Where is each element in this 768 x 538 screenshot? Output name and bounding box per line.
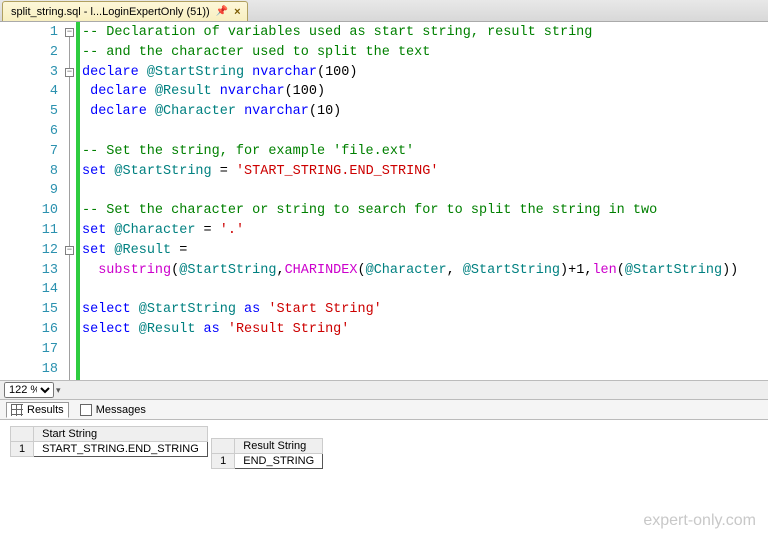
line-number: 17: [0, 340, 58, 360]
tab-messages-label: Messages: [96, 404, 146, 416]
zoom-select[interactable]: 122 %: [4, 382, 54, 398]
results-tab-bar: Results Messages: [0, 400, 768, 420]
line-number: 18: [0, 360, 58, 380]
result-grid-2[interactable]: Result String 1 END_STRING: [211, 438, 323, 469]
grid-icon: [11, 404, 23, 416]
code-line[interactable]: -- Set the character or string to search…: [82, 201, 738, 221]
code-line[interactable]: [82, 360, 738, 380]
tab-bar: split_string.sql - l...LoginExpertOnly (…: [0, 0, 768, 22]
code-line[interactable]: declare @StartString nvarchar(100): [82, 63, 738, 83]
line-number: 14: [0, 280, 58, 300]
tab-title: split_string.sql - l...LoginExpertOnly (…: [11, 6, 210, 18]
code-line[interactable]: [82, 340, 738, 360]
code-content[interactable]: -- Declaration of variables used as star…: [80, 22, 738, 380]
row-header[interactable]: 1: [212, 454, 235, 469]
line-number: 12: [0, 241, 58, 261]
table-row[interactable]: 1 START_STRING.END_STRING: [11, 442, 208, 457]
watermark: expert-only.com: [643, 512, 756, 530]
code-line[interactable]: select @StartString as 'Start String': [82, 300, 738, 320]
result-grid-1[interactable]: Start String 1 START_STRING.END_STRING: [10, 426, 208, 457]
tab-messages[interactable]: Messages: [75, 402, 151, 418]
table-row[interactable]: 1 END_STRING: [212, 454, 323, 469]
pin-icon[interactable]: 📌: [216, 6, 228, 17]
fold-toggle[interactable]: −: [65, 28, 74, 37]
code-line[interactable]: select @Result as 'Result String': [82, 320, 738, 340]
line-number: 6: [0, 122, 58, 142]
fold-toggle[interactable]: −: [65, 246, 74, 255]
code-line[interactable]: [82, 280, 738, 300]
code-editor[interactable]: 123456789101112131415161718 −−− -- Decla…: [0, 22, 768, 380]
code-line[interactable]: -- and the character used to split the t…: [82, 43, 738, 63]
line-number: 16: [0, 320, 58, 340]
line-number: 1: [0, 23, 58, 43]
line-number: 5: [0, 102, 58, 122]
line-number: 4: [0, 82, 58, 102]
line-number-gutter: 123456789101112131415161718: [0, 22, 64, 380]
fold-toggle[interactable]: −: [65, 68, 74, 77]
code-line[interactable]: substring(@StartString,CHARINDEX(@Charac…: [82, 261, 738, 281]
code-line[interactable]: [82, 181, 738, 201]
line-number: 13: [0, 261, 58, 281]
cell-value[interactable]: END_STRING: [235, 454, 323, 469]
tab-results[interactable]: Results: [6, 402, 69, 418]
code-line[interactable]: -- Declaration of variables used as star…: [82, 23, 738, 43]
code-line[interactable]: -- Set the string, for example 'file.ext…: [82, 142, 738, 162]
line-number: 3: [0, 63, 58, 83]
results-panel: Start String 1 START_STRING.END_STRING R…: [0, 420, 768, 476]
row-header[interactable]: 1: [11, 442, 34, 457]
fold-column: − − −: [64, 22, 76, 380]
cell-value[interactable]: START_STRING.END_STRING: [34, 442, 208, 457]
grid-corner: [11, 427, 34, 442]
column-header[interactable]: Result String: [235, 439, 323, 454]
code-line[interactable]: [82, 122, 738, 142]
line-number: 15: [0, 300, 58, 320]
line-number: 7: [0, 142, 58, 162]
code-line[interactable]: declare @Result nvarchar(100): [82, 82, 738, 102]
line-number: 11: [0, 221, 58, 241]
close-icon[interactable]: ×: [234, 6, 240, 18]
tab-results-label: Results: [27, 404, 64, 416]
line-number: 8: [0, 162, 58, 182]
column-header[interactable]: Start String: [34, 427, 208, 442]
line-number: 9: [0, 181, 58, 201]
code-line[interactable]: set @Character = '.': [82, 221, 738, 241]
code-line[interactable]: declare @Character nvarchar(10): [82, 102, 738, 122]
zoom-bar: 122 % ▾: [0, 380, 768, 400]
line-number: 2: [0, 43, 58, 63]
grid-corner: [212, 439, 235, 454]
code-line[interactable]: set @StartString = 'START_STRING.END_STR…: [82, 162, 738, 182]
message-icon: [80, 404, 92, 416]
code-line[interactable]: set @Result =: [82, 241, 738, 261]
dropdown-icon: ▾: [56, 385, 61, 396]
file-tab[interactable]: split_string.sql - l...LoginExpertOnly (…: [2, 1, 248, 21]
line-number: 10: [0, 201, 58, 221]
